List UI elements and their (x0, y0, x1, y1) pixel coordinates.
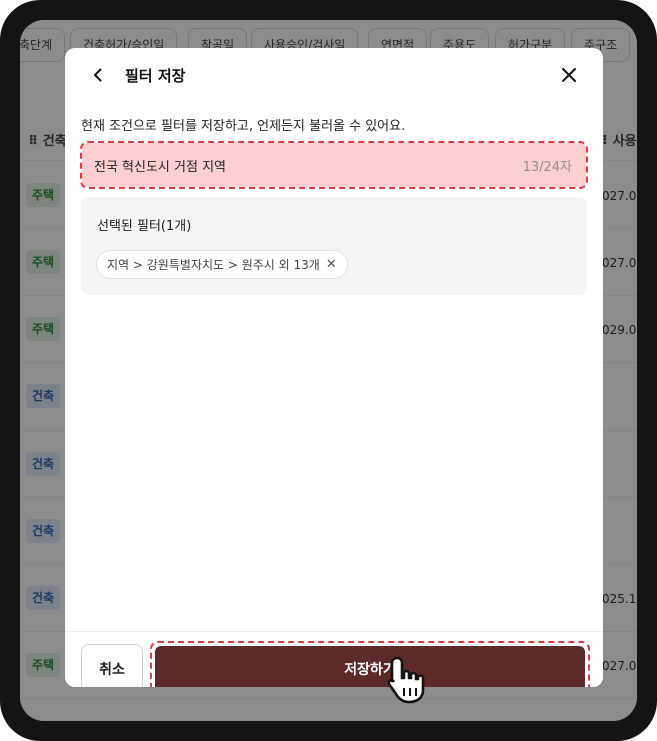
close-icon (562, 68, 576, 82)
close-button[interactable] (557, 63, 581, 87)
save-button[interactable]: 저장하기 (155, 646, 585, 687)
modal-footer: 취소 저장하기 (65, 631, 603, 687)
modal-title: 필터 저장 (125, 67, 186, 85)
modal-header: 필터 저장 (65, 48, 603, 104)
cancel-button[interactable]: 취소 (81, 644, 143, 687)
selected-filters-title: 선택된 필터(1개) (97, 219, 192, 234)
chip-remove-icon[interactable]: ✕ (326, 257, 337, 272)
char-count: 13/24자 (522, 160, 572, 175)
back-arrow-icon (94, 68, 102, 82)
selected-filter-chip: 지역 > 강원특별자치도 > 원주시 외 13개 ✕ (96, 250, 348, 279)
filter-chip-label: 지역 > 강원특별자치도 > 원주시 외 13개 (107, 258, 320, 272)
back-button[interactable] (85, 62, 111, 88)
hand-pointer-icon (387, 656, 425, 704)
device-frame: 축단계 건축허가/승인일 착공일 사용승인/검사일 연면적 주용도 허가구분 주… (0, 0, 657, 741)
modal-description: 현재 조건으로 필터를 저장하고, 언제든지 불러올 수 있어요. (81, 119, 406, 134)
filter-name-input[interactable] (94, 143, 494, 187)
save-button-highlight: 저장하기 (150, 641, 590, 687)
selected-filters-panel: 선택된 필터(1개) 지역 > 강원특별자치도 > 원주시 외 13개 ✕ (81, 197, 587, 295)
app-screen: 축단계 건축허가/승인일 착공일 사용승인/검사일 연면적 주용도 허가구분 주… (20, 20, 637, 721)
filter-name-field: 13/24자 (80, 141, 588, 189)
save-filter-modal: 필터 저장 현재 조건으로 필터를 저장하고, 언제든지 불러올 수 있어요. … (65, 48, 603, 687)
